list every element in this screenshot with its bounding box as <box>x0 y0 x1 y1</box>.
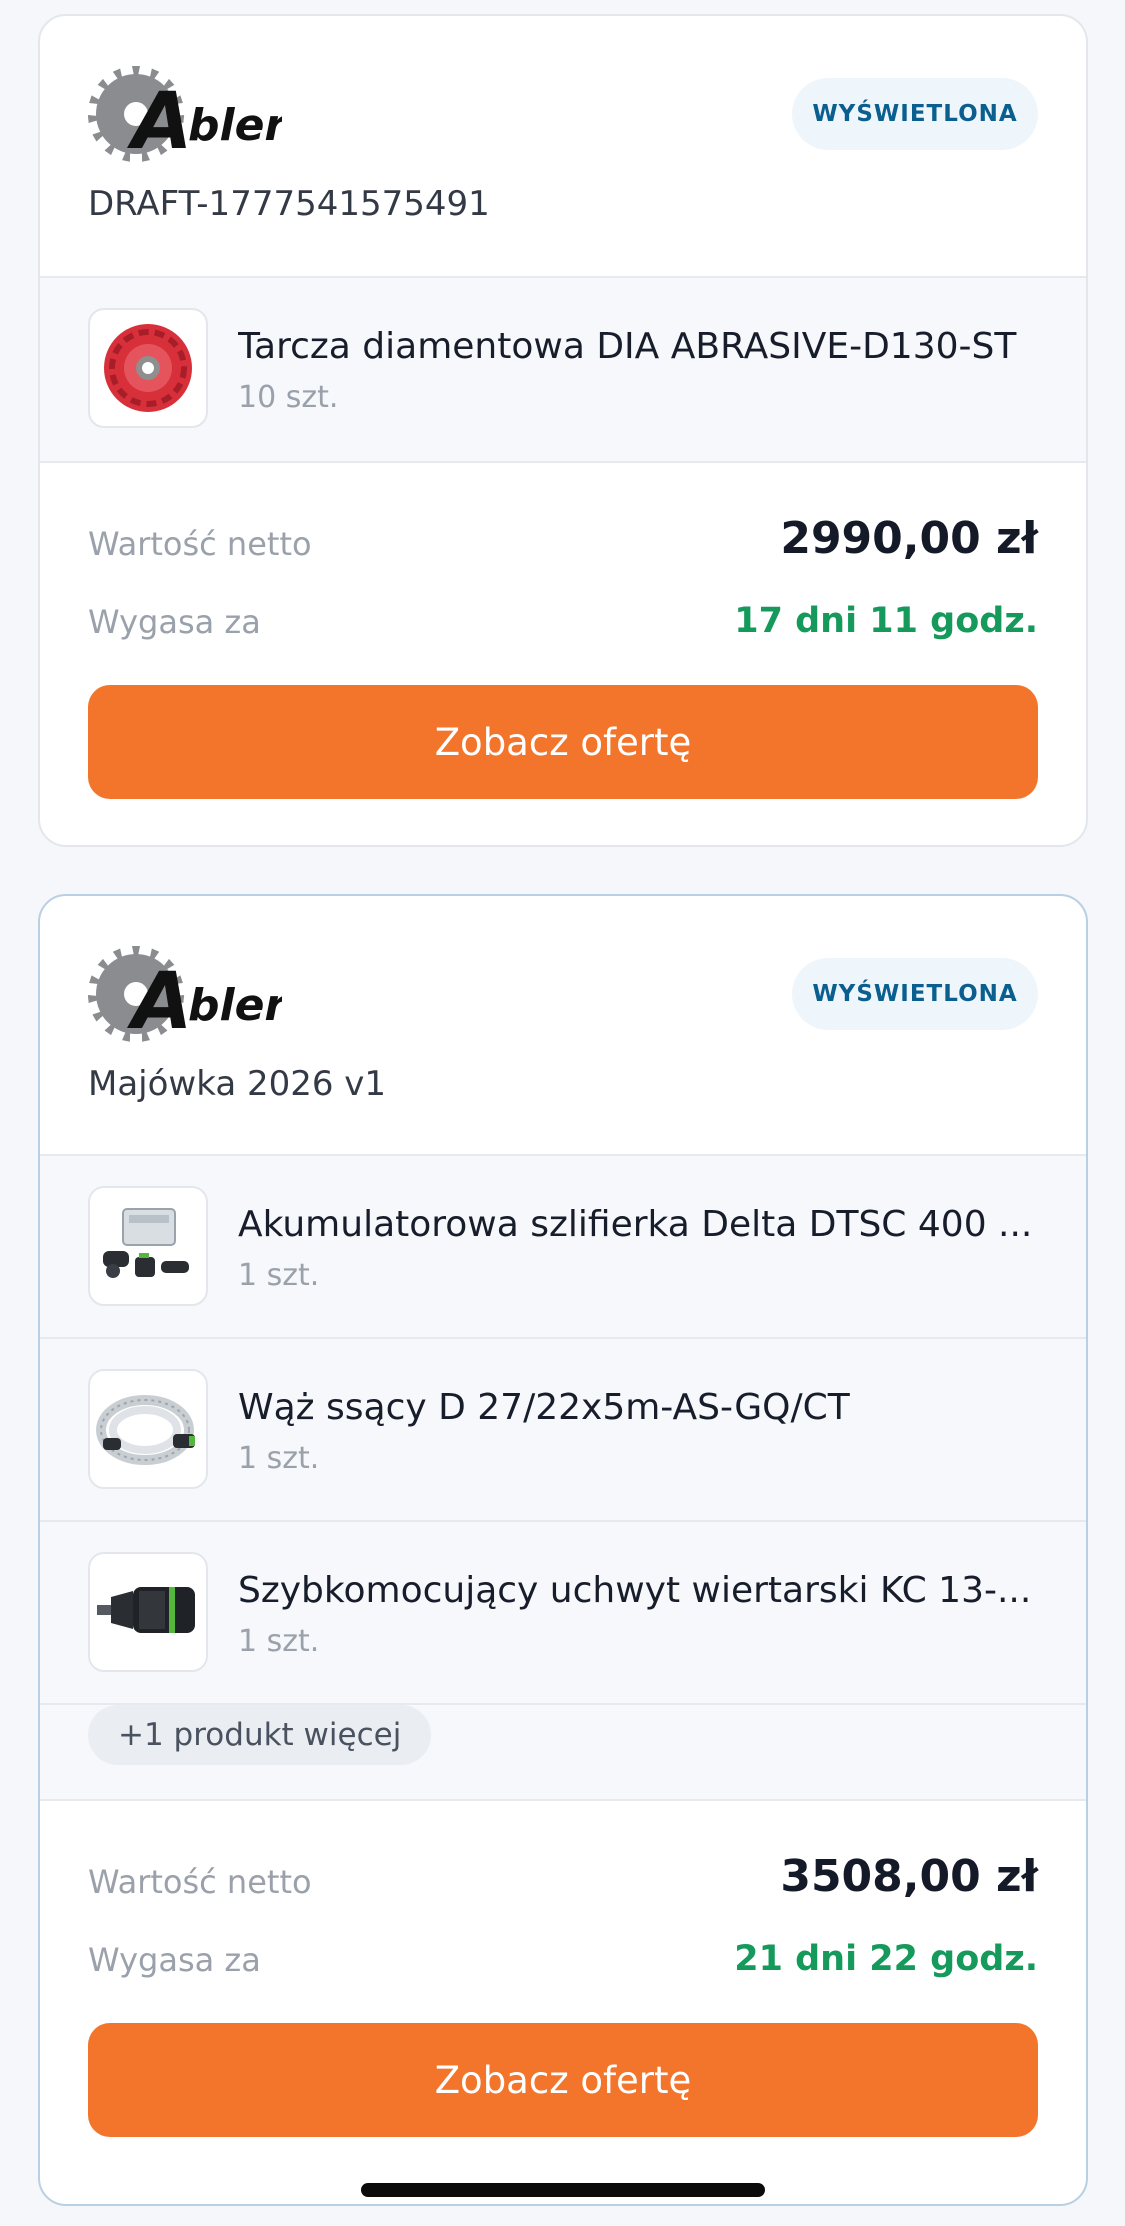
offer-items: Tarcza diamentowa DIA ABRASIVE-D130-ST 1… <box>40 278 1086 463</box>
list-item[interactable]: Wąż ssący D 27/22x5m-AS-GQ/CT 1 szt. <box>40 1339 1086 1522</box>
view-offer-button[interactable]: Zobacz ofertę <box>88 2023 1038 2137</box>
drill-chuck-icon <box>88 1552 208 1672</box>
offer-card[interactable]: A bler WYŚWIETLONA DRAFT-1777541575491 T… <box>38 14 1088 847</box>
item-title: Wąż ssący D 27/22x5m-AS-GQ/CT <box>238 1387 850 1428</box>
item-quantity: 1 szt. <box>238 1258 320 1293</box>
item-title: Tarcza diamentowa DIA ABRASIVE-D130-ST <box>238 326 1017 367</box>
item-title: Szybkomocujący uchwyt wiertarski KC 13-.… <box>238 1570 1032 1611</box>
item-quantity: 1 szt. <box>238 1441 320 1476</box>
view-offer-button[interactable]: Zobacz ofertę <box>88 685 1038 799</box>
home-indicator[interactable] <box>361 2183 765 2197</box>
item-title: Akumulatorowa szlifierka Delta DTSC 400 … <box>238 1204 1033 1245</box>
status-badge: WYŚWIETLONA <box>792 78 1038 150</box>
net-value-label: Wartość netto <box>88 525 312 563</box>
abler-logo: A bler <box>88 66 282 162</box>
svg-text:bler: bler <box>188 100 282 151</box>
more-products-badge[interactable]: +1 produkt więcej <box>88 1705 432 1765</box>
list-item[interactable]: Akumulatorowa szlifierka Delta DTSC 400 … <box>40 1156 1086 1339</box>
expires-label: Wygasa za <box>88 603 261 641</box>
offer-name: DRAFT-1777541575491 <box>88 184 490 224</box>
svg-text:A: A <box>126 957 192 1042</box>
hose-icon <box>88 1369 208 1489</box>
offer-items: Akumulatorowa szlifierka Delta DTSC 400 … <box>40 1156 1086 1801</box>
abler-logo: A bler <box>88 946 282 1042</box>
status-badge: WYŚWIETLONA <box>792 958 1038 1030</box>
list-item[interactable]: Tarcza diamentowa DIA ABRASIVE-D130-ST 1… <box>40 278 1086 461</box>
diamond-disc-icon <box>88 308 208 428</box>
item-quantity: 10 szt. <box>238 380 339 415</box>
expires-value: 21 dni 22 godz. <box>734 1939 1038 1979</box>
list-item[interactable]: Szybkomocujący uchwyt wiertarski KC 13-.… <box>40 1522 1086 1705</box>
net-value: 2990,00 zł <box>780 513 1038 564</box>
svg-text:A: A <box>126 77 192 162</box>
expires-label: Wygasa za <box>88 1941 261 1979</box>
sander-kit-icon <box>88 1186 208 1306</box>
offer-card-header: A bler WYŚWIETLONA Majówka 2026 v1 <box>40 896 1086 1156</box>
net-value-label: Wartość netto <box>88 1863 312 1901</box>
svg-text:bler: bler <box>188 980 282 1031</box>
offer-name: Majówka 2026 v1 <box>88 1064 387 1104</box>
offer-card-header: A bler WYŚWIETLONA DRAFT-1777541575491 <box>40 16 1086 278</box>
net-value: 3508,00 zł <box>780 1851 1038 1902</box>
expires-value: 17 dni 11 godz. <box>734 601 1038 641</box>
more-products: +1 produkt więcej <box>40 1705 1086 1799</box>
offer-card[interactable]: A bler WYŚWIETLONA Majówka 2026 v1 Akumu… <box>38 894 1088 2206</box>
item-quantity: 1 szt. <box>238 1624 320 1659</box>
